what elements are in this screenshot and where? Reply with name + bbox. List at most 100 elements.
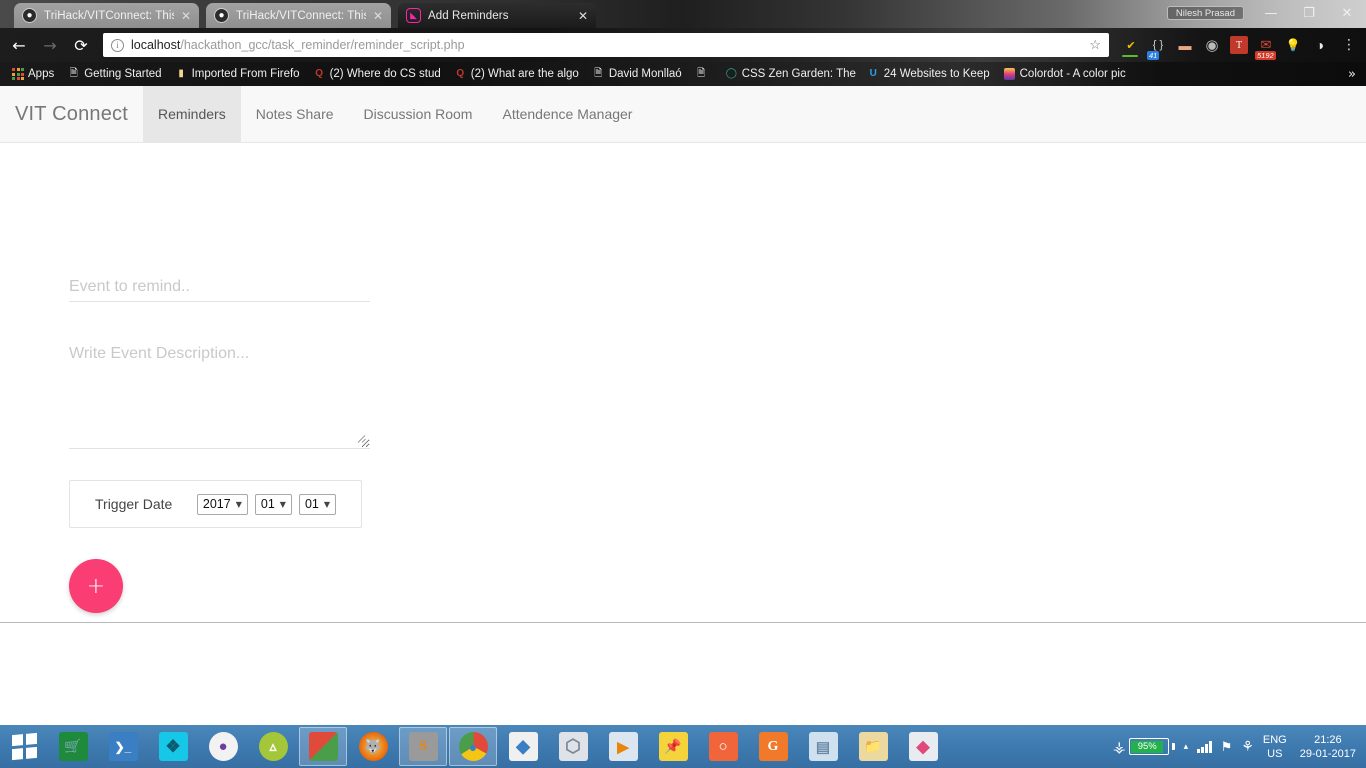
todoist-icon[interactable]: T <box>1230 36 1248 54</box>
signal-bars-icon[interactable] <box>1197 740 1212 753</box>
bookmark-label: CSS Zen Garden: The <box>741 68 856 80</box>
mail-badge: 5192 <box>1255 51 1276 60</box>
bookmark-css-zen-garden[interactable]: ◯ CSS Zen Garden: The <box>720 65 860 84</box>
pocket-icon[interactable]: ◑ <box>1311 36 1329 54</box>
taskbar-foxit-pdf-icon[interactable]: G <box>749 727 797 766</box>
taskbar-media-player-icon[interactable]: ▶ <box>599 727 647 766</box>
keyhole-icon[interactable]: ◉ <box>1203 36 1221 54</box>
tab-close-icon[interactable]: ✕ <box>181 10 191 22</box>
trigger-date-panel: Trigger Date 2017 ▼ 01 ▼ 01 ▼ <box>69 480 362 528</box>
taskbar-screenshot-icon[interactable]: ○ <box>699 727 747 766</box>
taskbar-android-studio-icon[interactable]: ▵ <box>249 727 297 766</box>
web-of-trust-icon[interactable]: ✔ <box>1122 36 1140 57</box>
language-line-1: ENG <box>1262 733 1287 746</box>
taskbar-github-desktop-icon[interactable]: ● <box>199 727 247 766</box>
clock-date: 29-01-2017 <box>1299 747 1356 760</box>
taskbar-windows-explorer-icon[interactable]: ▦ <box>299 727 347 766</box>
page-viewport: VIT Connect Reminders Notes Share Discus… <box>0 86 1366 725</box>
bookmarks-overflow-icon[interactable]: » <box>1348 67 1360 82</box>
start-button[interactable] <box>0 725 48 768</box>
bookmark-quora-1[interactable]: Q (2) Where do CS stud <box>308 65 447 84</box>
event-title-input[interactable] <box>69 273 370 302</box>
windows-taskbar: 🛒 ❯_ ❖ ● ▵ ▦ 🐺 S ● ◆ ⬡ ▶ 📌 ○ G ▤ 📁 ◆ ⚶ 9… <box>0 725 1366 768</box>
chrome-menu-icon[interactable]: ⋮ <box>1338 37 1360 53</box>
profile-chip[interactable]: Nilesh Prasad <box>1166 6 1244 20</box>
taskbar-file-manager-icon[interactable]: 📁 <box>849 727 897 766</box>
site-brand[interactable]: VIT Connect <box>0 86 143 142</box>
nav-item-notes-share[interactable]: Notes Share <box>241 86 349 142</box>
bookmark-imported-from-firefox[interactable]: ▮ Imported From Firefo <box>170 65 306 84</box>
browser-tab-3-active[interactable]: ◣ Add Reminders ✕ <box>398 3 596 28</box>
taskbar-store-icon[interactable]: 🛒 <box>49 727 97 766</box>
bookmark-label: (2) What are the algo <box>470 68 579 80</box>
taskbar-photoshop-diamond-icon[interactable]: ◆ <box>499 727 547 766</box>
address-bar[interactable]: i localhost/hackathon_gcc/task_reminder/… <box>103 33 1109 57</box>
date-selects: 2017 ▼ 01 ▼ 01 ▼ <box>196 493 336 515</box>
footer-divider <box>0 622 1366 623</box>
braces-icon[interactable]: { } 41 <box>1147 36 1167 60</box>
event-description-wrapper <box>69 344 370 449</box>
mail-icon[interactable]: ✉ 5192 <box>1255 36 1276 60</box>
add-reminder-button[interactable]: + <box>69 559 123 613</box>
url-host: localhost <box>131 38 181 52</box>
address-bar-url: localhost/hackathon_gcc/task_reminder/re… <box>131 38 465 52</box>
bookmark-quora-2[interactable]: Q (2) What are the algo <box>449 65 585 84</box>
taskbar-google-chrome-icon[interactable]: ● <box>449 727 497 766</box>
month-select-value: 01 <box>260 497 275 511</box>
tab-close-icon[interactable]: ✕ <box>373 10 383 22</box>
browser-tab-1[interactable]: ● TriHack/VITConnect: This ✕ <box>14 3 199 28</box>
trigger-date-label: Trigger Date <box>95 496 173 512</box>
defender-icon[interactable]: ⚘ <box>1241 738 1254 755</box>
bookmark-24-websites[interactable]: U 24 Websites to Keep <box>862 65 996 84</box>
bookmarks-bar: Apps 🗎 Getting Started ▮ Imported From F… <box>0 62 1366 86</box>
taskbar-sublime-text-icon[interactable]: S <box>399 727 447 766</box>
clock[interactable]: 21:26 29-01-2017 <box>1296 733 1356 761</box>
resize-handle-icon[interactable] <box>359 435 368 444</box>
back-icon[interactable]: ← <box>6 32 32 58</box>
year-select[interactable]: 2017 ▼ <box>196 493 248 515</box>
action-center-icon[interactable]: ⚑ <box>1221 739 1233 755</box>
battery-status[interactable]: ⚶ 95% <box>1113 738 1175 756</box>
bookmark-star-icon[interactable]: ☆ <box>1079 37 1101 53</box>
folder-icon: ▮ <box>178 68 184 79</box>
bookmark-label: David Monllaó <box>608 68 682 80</box>
github-icon: ● <box>214 8 229 23</box>
nav-item-reminders[interactable]: Reminders <box>143 86 241 142</box>
capsule-icon[interactable]: ▬ <box>1176 36 1194 54</box>
taskbar-paint-icon[interactable]: ◆ <box>899 727 947 766</box>
bookmark-label: (2) Where do CS stud <box>329 68 441 80</box>
bookmark-getting-started[interactable]: 🗎 Getting Started <box>62 65 167 84</box>
info-icon[interactable]: i <box>111 38 124 52</box>
tray-expand-chevron-icon[interactable]: ▴ <box>1184 741 1189 752</box>
minimize-button[interactable]: — <box>1252 1 1290 25</box>
bookmark-untitled[interactable]: 🗎 <box>690 65 718 84</box>
apps-grid-icon <box>12 68 24 80</box>
bookmark-apps[interactable]: Apps <box>6 65 60 84</box>
chrome-browser-window: ● TriHack/VITConnect: This ✕ ● TriHack/V… <box>0 0 1366 725</box>
bookmark-david-monllao[interactable]: 🗎 David Monllaó <box>587 65 688 84</box>
reload-icon[interactable]: ⟳ <box>68 32 94 58</box>
maximize-restore-button[interactable]: ❐ <box>1290 1 1328 25</box>
nav-item-discussion-room[interactable]: Discussion Room <box>349 86 488 142</box>
taskbar-share-icon[interactable]: ❖ <box>149 727 197 766</box>
language-line-2: US <box>1267 747 1283 760</box>
taskbar-virtualbox-icon[interactable]: ⬡ <box>549 727 597 766</box>
taskbar-powershell-icon[interactable]: ❯_ <box>99 727 147 766</box>
tab-close-icon[interactable]: ✕ <box>578 10 588 22</box>
browser-toolbar: ← → ⟳ i localhost/hackathon_gcc/task_rem… <box>0 28 1366 62</box>
chevron-down-icon: ▼ <box>323 499 330 509</box>
lightbulb-icon[interactable]: 💡 <box>1284 36 1302 54</box>
forward-icon[interactable]: → <box>37 32 63 58</box>
taskbar-notepad-icon[interactable]: ▤ <box>799 727 847 766</box>
event-description-input[interactable] <box>69 344 370 449</box>
browser-tab-2[interactable]: ● TriHack/VITConnect: This ✕ <box>206 3 391 28</box>
month-select[interactable]: 01 ▼ <box>254 493 292 515</box>
language-indicator[interactable]: ENG US <box>1263 733 1287 761</box>
taskbar-firefox-icon[interactable]: 🐺 <box>349 727 397 766</box>
tab-strip: ● TriHack/VITConnect: This ✕ ● TriHack/V… <box>0 0 1366 28</box>
day-select[interactable]: 01 ▼ <box>298 493 336 515</box>
bookmark-colordot[interactable]: Colordot - A color pic <box>998 65 1132 84</box>
nav-item-attendence-manager[interactable]: Attendence Manager <box>487 86 647 142</box>
taskbar-sticky-notes-icon[interactable]: 📌 <box>649 727 697 766</box>
close-window-button[interactable]: ✕ <box>1328 1 1366 25</box>
